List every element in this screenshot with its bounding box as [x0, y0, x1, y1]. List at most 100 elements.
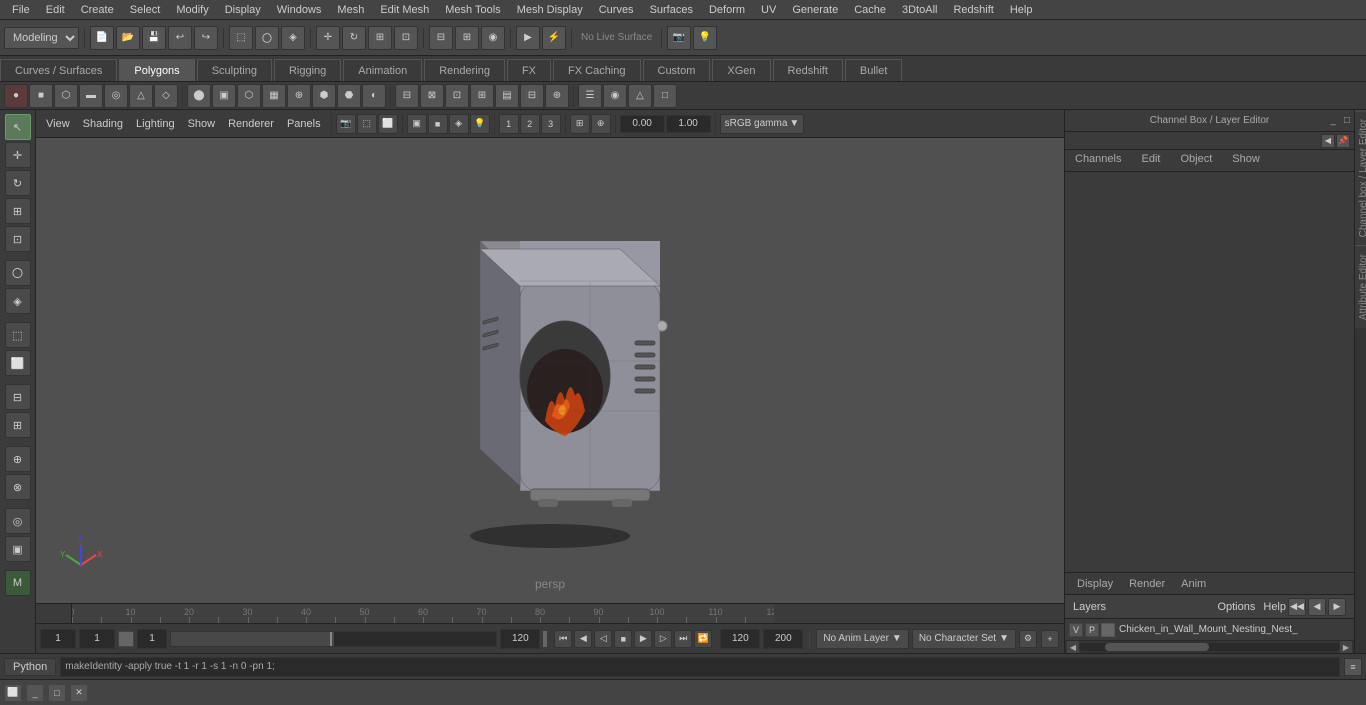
vp-field2[interactable]: 1.00 — [666, 115, 711, 133]
viewport-canvas[interactable]: persp X Y Z — [36, 138, 1064, 603]
camera-tools-btn[interactable]: ⊕ — [5, 446, 31, 472]
poly-plane-btn[interactable]: ▦ — [262, 84, 286, 108]
layers-prev-btn[interactable]: ◀◀ — [1288, 598, 1306, 616]
char-set-btn2[interactable]: ⚙ — [1019, 630, 1037, 648]
current-frame-display[interactable] — [137, 629, 167, 649]
menu-edit[interactable]: Edit — [38, 2, 73, 18]
right-pin-btn[interactable]: 📌 — [1336, 134, 1350, 148]
bridge-btn[interactable]: ⊡ — [445, 84, 469, 108]
vp-light-btn[interactable]: 💡 — [470, 114, 490, 134]
menu-file[interactable]: File — [4, 2, 38, 18]
triangulate-btn[interactable]: △ — [628, 84, 652, 108]
timeline-range[interactable] — [170, 631, 497, 647]
menu-mesh-display[interactable]: Mesh Display — [509, 2, 591, 18]
scroll-left-btn[interactable]: ◀ — [1067, 641, 1079, 653]
window-icon-btn[interactable]: ⬜ — [4, 684, 22, 702]
open-scene-btn[interactable]: 📂 — [116, 26, 140, 50]
plane-btn[interactable]: ▬ — [79, 84, 103, 108]
char-set-dropdown[interactable]: No Character Set ▼ — [912, 629, 1016, 649]
move-tool-btn[interactable]: ✛ — [5, 142, 31, 168]
sub-tab-render[interactable]: Render — [1121, 576, 1173, 592]
menu-surfaces[interactable]: Surfaces — [642, 2, 701, 18]
window-minimize-btn[interactable]: _ — [26, 684, 44, 702]
tab-redshift[interactable]: Redshift — [773, 59, 843, 81]
tab-rendering[interactable]: Rendering — [424, 59, 505, 81]
prev-end-btn[interactable]: ⏮ — [554, 630, 572, 648]
menu-deform[interactable]: Deform — [701, 2, 753, 18]
right-minimize-btn[interactable]: ◀ — [1321, 134, 1335, 148]
tab-custom[interactable]: Custom — [643, 59, 711, 81]
poly-cone-btn[interactable]: ⬢ — [312, 84, 336, 108]
vp-menu-shading[interactable]: Shading — [77, 116, 129, 132]
marquee2-btn[interactable]: ⬜ — [5, 350, 31, 376]
layers-next-btn[interactable]: ▶ — [1328, 598, 1346, 616]
redo-btn[interactable]: ↪ — [194, 26, 218, 50]
menu-3dtoall[interactable]: 3DtoAll — [894, 2, 945, 18]
vp-cam-btn[interactable]: 📷 — [336, 114, 356, 134]
poly-cyl-btn[interactable]: ⬡ — [237, 84, 261, 108]
vp-field1[interactable]: 0.00 — [620, 115, 665, 133]
vp-solid-btn[interactable]: ■ — [428, 114, 448, 134]
menu-display[interactable]: Display — [217, 2, 269, 18]
anim-end-input[interactable] — [720, 629, 760, 649]
menu-redshift[interactable]: Redshift — [945, 2, 1001, 18]
menu-select[interactable]: Select — [122, 2, 169, 18]
vp-tex-btn[interactable]: ◈ — [449, 114, 469, 134]
script-editor-btn[interactable]: ≡ — [1344, 658, 1362, 676]
vp-cam3-btn[interactable]: ⬜ — [378, 114, 398, 134]
char-set-btn3[interactable]: + — [1041, 630, 1059, 648]
snap-point-btn[interactable]: ◉ — [481, 26, 505, 50]
vp-smooth2-btn[interactable]: 2 — [520, 114, 540, 134]
vp-cam2-btn[interactable]: ⬚ — [357, 114, 377, 134]
vp-menu-lighting[interactable]: Lighting — [130, 116, 181, 132]
new-scene-btn[interactable]: 📄 — [90, 26, 114, 50]
snap-curve-btn[interactable]: ⊞ — [455, 26, 479, 50]
transform-btn[interactable]: ⊡ — [394, 26, 418, 50]
layer-v-btn[interactable]: V — [1069, 623, 1083, 637]
loop-btn[interactable]: 🔁 — [694, 630, 712, 648]
poly-sphere-btn[interactable]: ⬤ — [187, 84, 211, 108]
python-toggle-btn[interactable]: Python — [4, 658, 56, 676]
menu-mesh[interactable]: Mesh — [329, 2, 372, 18]
menu-cache[interactable]: Cache — [846, 2, 894, 18]
start-frame-input[interactable] — [40, 629, 76, 649]
poly-cube-btn[interactable]: ▣ — [212, 84, 236, 108]
sphere-btn[interactable]: ● — [4, 84, 28, 108]
quad-btn[interactable]: □ — [653, 84, 677, 108]
workspace-dropdown[interactable]: Modeling — [4, 27, 79, 49]
poly-torus-btn[interactable]: ⊕ — [287, 84, 311, 108]
vp-grid-btn[interactable]: ⊞ — [570, 114, 590, 134]
ipr-btn[interactable]: ⚡ — [542, 26, 566, 50]
scrollbar-thumb[interactable] — [1105, 643, 1209, 651]
vertical-tab-attr-editor[interactable]: Attribute Editor — [1355, 245, 1366, 328]
select-btn[interactable]: ⬚ — [229, 26, 253, 50]
tab-polygons[interactable]: Polygons — [119, 59, 194, 81]
rotate-tool-btn[interactable]: ↻ — [5, 170, 31, 196]
snap-grid-btn[interactable]: ⊟ — [429, 26, 453, 50]
vp-wire-btn[interactable]: ▣ — [407, 114, 427, 134]
maya-logo-btn[interactable]: M — [5, 570, 31, 596]
command-line[interactable]: makeIdentity -apply true -t 1 -r 1 -s 1 … — [60, 657, 1340, 677]
tab-fx-caching[interactable]: FX Caching — [553, 59, 640, 81]
end-frame-input[interactable] — [500, 629, 540, 649]
play-back-btn[interactable]: ◁ — [594, 630, 612, 648]
stop-btn[interactable]: ■ — [614, 630, 632, 648]
menu-uv[interactable]: UV — [753, 2, 784, 18]
layer-p-btn[interactable]: P — [1085, 623, 1099, 637]
tab-object[interactable]: Object — [1170, 150, 1222, 171]
tab-sculpting[interactable]: Sculpting — [197, 59, 272, 81]
menu-create[interactable]: Create — [73, 2, 122, 18]
tab-animation[interactable]: Animation — [343, 59, 422, 81]
render-btn[interactable]: ▶ — [516, 26, 540, 50]
vp-smooth3-btn[interactable]: 3 — [541, 114, 561, 134]
marquee-btn[interactable]: ⬚ — [5, 322, 31, 348]
vp-menu-panels[interactable]: Panels — [281, 116, 327, 132]
tab-channels[interactable]: Channels — [1065, 150, 1131, 171]
smooth-btn[interactable]: ◉ — [603, 84, 627, 108]
lasso-btn[interactable]: 〇 — [255, 26, 279, 50]
extrude-btn[interactable]: ⊟ — [395, 84, 419, 108]
poly-pipe-btn[interactable]: ◐ — [362, 84, 386, 108]
poly-disc-btn[interactable]: ⬣ — [337, 84, 361, 108]
menu-mesh-tools[interactable]: Mesh Tools — [437, 2, 508, 18]
scroll-right-btn[interactable]: ▶ — [1340, 641, 1352, 653]
